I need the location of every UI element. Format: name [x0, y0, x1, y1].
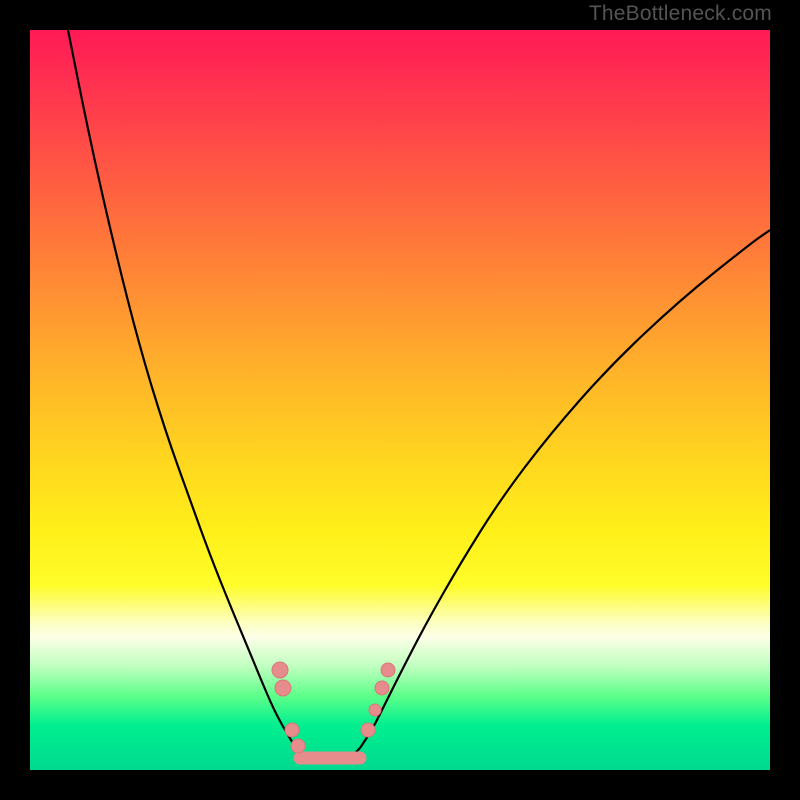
- data-marker: [291, 739, 305, 753]
- plot-area: [30, 30, 770, 770]
- data-marker: [361, 723, 375, 737]
- watermark-text: TheBottleneck.com: [589, 2, 772, 26]
- chart-svg: [30, 30, 770, 770]
- data-marker: [369, 704, 381, 716]
- data-marker: [272, 662, 288, 678]
- curve-right: [360, 230, 770, 748]
- chart-frame: TheBottleneck.com: [0, 0, 800, 800]
- data-marker: [275, 680, 291, 696]
- data-marker: [375, 681, 389, 695]
- data-marker: [285, 723, 299, 737]
- data-marker: [381, 663, 395, 677]
- curve-left: [68, 30, 296, 748]
